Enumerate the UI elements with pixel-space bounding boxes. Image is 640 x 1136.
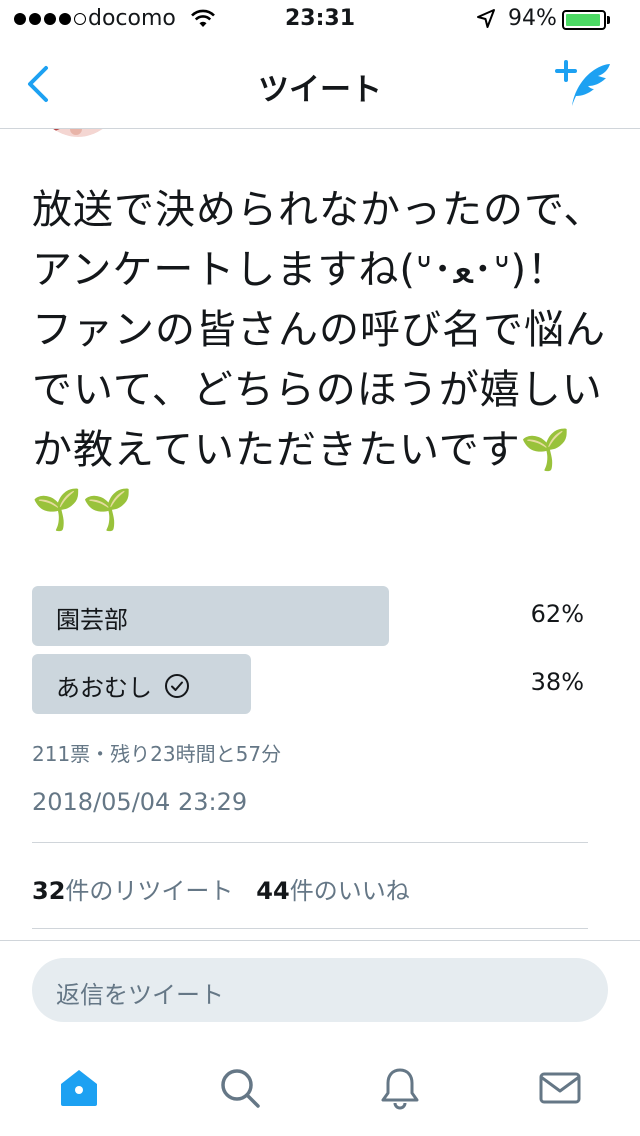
divider [32, 928, 588, 929]
page-title: ツイート [258, 72, 382, 108]
poll-option: あおむし 38% [32, 654, 592, 714]
home-icon[interactable] [57, 1066, 101, 1110]
notifications-icon[interactable] [378, 1066, 422, 1110]
poll-option-label: 園芸部 [56, 606, 128, 634]
likes-label: 件のいいね [289, 877, 410, 905]
poll-option-percent: 38% [530, 668, 584, 696]
likes-stat[interactable]: 44件のいいね [256, 877, 409, 905]
poll-option-label: あおむし [56, 674, 152, 702]
avatar-clip [0, 129, 640, 149]
search-icon[interactable] [218, 1066, 262, 1110]
status-bar: docomo 23:31 94% [0, 0, 640, 40]
battery-icon [562, 10, 606, 30]
poll-meta: 211票・残り23時間と57分 [32, 742, 282, 766]
battery-nub [607, 16, 610, 24]
poll-option: 園芸部 62% [32, 586, 592, 646]
nav-bar: ツイート [0, 40, 640, 129]
tweet-timestamp: 2018/05/04 23:29 [32, 788, 248, 816]
retweets-count: 32 [32, 877, 66, 905]
compose-tweet-icon[interactable] [552, 58, 616, 110]
retweets-stat[interactable]: 32件のリツイート [32, 877, 233, 905]
retweets-label: 件のリツイート [65, 877, 234, 905]
tweet-text: 放送で決められなかったので、 アンケートしますね(ᐡ･ﻌ･ᐡ)！ ファンの皆さん… [32, 187, 606, 533]
divider [0, 940, 640, 941]
messages-icon[interactable] [538, 1066, 582, 1110]
location-arrow-icon [477, 9, 495, 28]
engagement-stats: 32件のリツイート 44件のいいね [32, 871, 410, 906]
poll-option-percent: 62% [530, 600, 584, 628]
avatar[interactable] [36, 129, 120, 137]
battery-percent: 94% [508, 6, 557, 31]
check-circle-icon [165, 673, 189, 698]
reply-input[interactable]: 返信をツイート [32, 958, 608, 1022]
reply-placeholder: 返信をツイート [56, 981, 224, 1009]
divider [32, 842, 588, 843]
likes-count: 44 [256, 877, 290, 905]
poll: 園芸部 62% あおむし 38% [32, 586, 592, 722]
